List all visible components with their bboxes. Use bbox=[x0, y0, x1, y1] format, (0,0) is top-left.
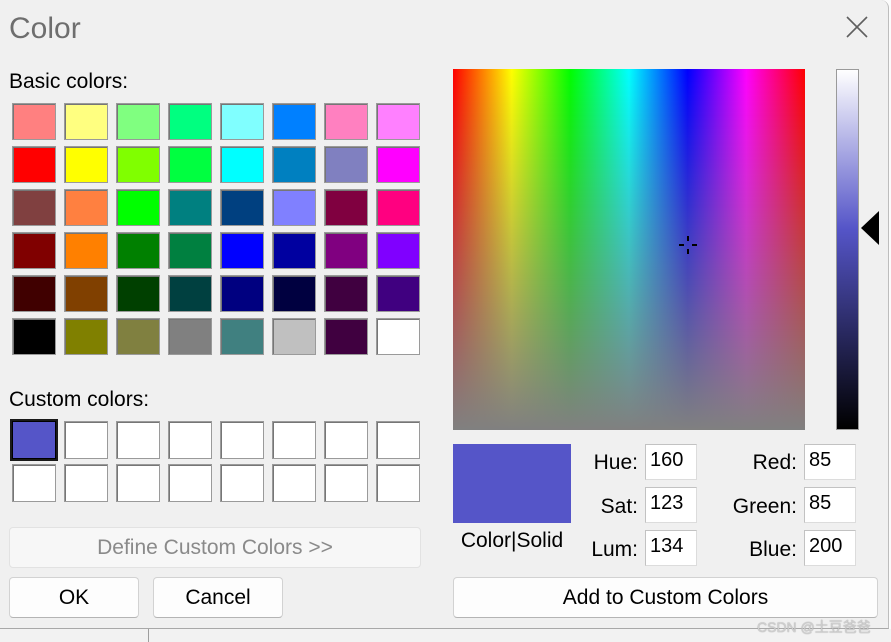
basic-color-swatch[interactable] bbox=[12, 318, 56, 355]
basic-color-swatch[interactable] bbox=[12, 232, 56, 269]
basic-color-swatch[interactable] bbox=[272, 275, 316, 312]
dialog-title: Color bbox=[9, 12, 81, 45]
color-spectrum[interactable] bbox=[453, 69, 805, 430]
basic-color-swatch[interactable] bbox=[324, 146, 368, 183]
custom-color-swatch[interactable] bbox=[376, 421, 420, 459]
custom-color-swatch[interactable] bbox=[168, 464, 212, 502]
basic-color-swatch[interactable] bbox=[64, 103, 108, 140]
basic-color-swatch[interactable] bbox=[376, 275, 420, 312]
sat-label: Sat: bbox=[600, 495, 638, 518]
basic-color-swatch[interactable] bbox=[272, 189, 316, 226]
lum-label: Lum: bbox=[591, 538, 638, 561]
blue-input[interactable] bbox=[804, 530, 856, 566]
custom-color-swatch[interactable] bbox=[220, 421, 264, 459]
basic-color-swatch[interactable] bbox=[376, 189, 420, 226]
custom-color-swatch[interactable] bbox=[272, 464, 316, 502]
basic-color-swatch[interactable] bbox=[64, 318, 108, 355]
watermark: CSDN @土豆爸爸 bbox=[757, 619, 871, 635]
basic-color-swatch[interactable] bbox=[324, 318, 368, 355]
crosshair-icon bbox=[678, 235, 698, 255]
basic-color-swatch[interactable] bbox=[64, 189, 108, 226]
basic-color-swatch[interactable] bbox=[220, 189, 264, 226]
custom-color-swatch[interactable] bbox=[64, 421, 108, 459]
basic-color-swatch[interactable] bbox=[168, 146, 212, 183]
basic-color-swatch[interactable] bbox=[168, 275, 212, 312]
basic-color-swatch[interactable] bbox=[12, 146, 56, 183]
basic-color-swatch[interactable] bbox=[220, 146, 264, 183]
basic-color-swatch[interactable] bbox=[116, 146, 160, 183]
custom-color-swatch[interactable] bbox=[116, 464, 160, 502]
basic-color-swatch[interactable] bbox=[272, 232, 316, 269]
basic-color-swatch[interactable] bbox=[12, 275, 56, 312]
basic-color-swatch[interactable] bbox=[116, 275, 160, 312]
custom-color-swatch[interactable] bbox=[10, 419, 58, 461]
custom-color-swatch[interactable] bbox=[220, 464, 264, 502]
basic-color-swatch[interactable] bbox=[168, 189, 212, 226]
basic-color-swatch[interactable] bbox=[116, 189, 160, 226]
hue-input[interactable] bbox=[645, 444, 697, 480]
define-custom-colors-button[interactable]: Define Custom Colors >> bbox=[9, 527, 421, 568]
basic-color-swatch[interactable] bbox=[324, 232, 368, 269]
red-input[interactable] bbox=[804, 444, 856, 480]
green-input[interactable] bbox=[804, 487, 856, 523]
hue-label: Hue: bbox=[593, 451, 638, 474]
basic-color-swatch[interactable] bbox=[116, 318, 160, 355]
custom-color-swatch[interactable] bbox=[376, 464, 420, 502]
color-preview bbox=[453, 444, 571, 523]
basic-color-swatch[interactable] bbox=[272, 318, 316, 355]
basic-color-swatch[interactable] bbox=[168, 232, 212, 269]
basic-color-swatch[interactable] bbox=[272, 146, 316, 183]
custom-color-swatch[interactable] bbox=[324, 464, 368, 502]
basic-color-swatch[interactable] bbox=[220, 103, 264, 140]
green-label: Green: bbox=[732, 495, 797, 518]
basic-color-swatch[interactable] bbox=[376, 146, 420, 183]
basic-color-swatch[interactable] bbox=[64, 146, 108, 183]
basic-color-swatch[interactable] bbox=[272, 103, 316, 140]
basic-color-swatch[interactable] bbox=[12, 103, 56, 140]
background-divider bbox=[148, 629, 149, 642]
basic-color-swatch[interactable] bbox=[168, 103, 212, 140]
basic-color-swatch[interactable] bbox=[324, 189, 368, 226]
custom-color-swatch[interactable] bbox=[272, 421, 316, 459]
custom-color-swatch[interactable] bbox=[64, 464, 108, 502]
sat-input[interactable] bbox=[645, 487, 697, 523]
basic-color-swatch[interactable] bbox=[220, 318, 264, 355]
custom-colors-label: Custom colors: bbox=[9, 388, 150, 411]
custom-color-swatch[interactable] bbox=[12, 464, 56, 502]
basic-color-swatch[interactable] bbox=[12, 189, 56, 226]
basic-color-swatch[interactable] bbox=[324, 103, 368, 140]
basic-color-swatch[interactable] bbox=[220, 232, 264, 269]
basic-color-swatch[interactable] bbox=[376, 318, 420, 355]
basic-color-swatch[interactable] bbox=[220, 275, 264, 312]
basic-color-swatch[interactable] bbox=[324, 275, 368, 312]
luminosity-bar[interactable] bbox=[836, 69, 859, 430]
basic-color-swatch[interactable] bbox=[376, 232, 420, 269]
ok-button[interactable]: OK bbox=[9, 577, 139, 618]
triangle-left-icon[interactable] bbox=[861, 211, 879, 246]
basic-color-swatch[interactable] bbox=[116, 232, 160, 269]
basic-color-swatch[interactable] bbox=[116, 103, 160, 140]
red-label: Red: bbox=[752, 451, 797, 474]
custom-color-swatch[interactable] bbox=[324, 421, 368, 459]
basic-colors-label: Basic colors: bbox=[9, 70, 129, 93]
basic-color-swatch[interactable] bbox=[376, 103, 420, 140]
add-to-custom-colors-button[interactable]: Add to Custom Colors bbox=[453, 577, 878, 618]
close-icon[interactable] bbox=[845, 15, 869, 39]
custom-color-swatch[interactable] bbox=[168, 421, 212, 459]
custom-color-swatch[interactable] bbox=[116, 421, 160, 459]
cancel-button[interactable]: Cancel bbox=[153, 577, 283, 618]
basic-color-swatch[interactable] bbox=[64, 275, 108, 312]
basic-color-swatch[interactable] bbox=[64, 232, 108, 269]
basic-color-swatch[interactable] bbox=[168, 318, 212, 355]
lum-input[interactable] bbox=[645, 530, 697, 566]
blue-label: Blue: bbox=[749, 538, 797, 561]
